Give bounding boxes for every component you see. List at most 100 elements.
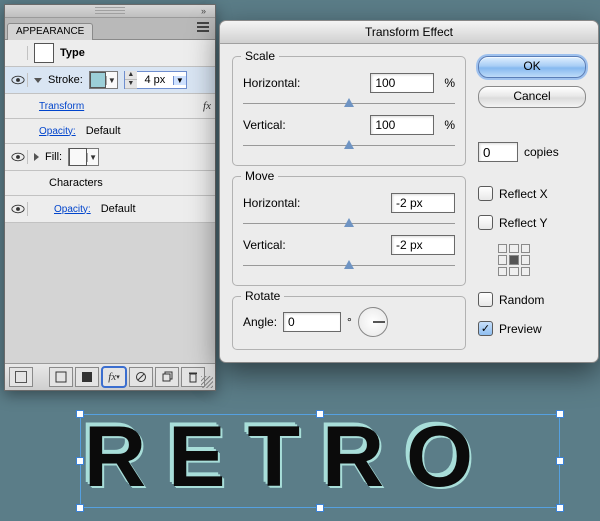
eye-icon[interactable] (9, 150, 28, 164)
tab-appearance[interactable]: APPEARANCE (7, 23, 93, 40)
rotate-dial[interactable] (358, 307, 388, 337)
row-object-opacity[interactable]: Opacity: Default (5, 196, 215, 223)
collapse-icon[interactable]: » (201, 7, 211, 15)
drag-grip-icon (95, 7, 125, 14)
add-stroke-button[interactable] (49, 367, 73, 387)
group-scale: Scale Horizontal: % Vertical: % (232, 56, 466, 166)
move-h-slider[interactable] (243, 219, 455, 229)
fill-color-dropdown[interactable]: ▼ (68, 148, 99, 166)
move-v-input[interactable] (391, 235, 455, 255)
row-stroke-opacity[interactable]: Opacity: Default (5, 119, 215, 144)
scale-h-input[interactable] (370, 73, 434, 93)
row-fill[interactable]: Fill: ▼ (5, 144, 215, 171)
preview-label: Preview (499, 322, 542, 336)
preview-checkbox[interactable]: ✓ (478, 321, 493, 336)
transform-effect-dialog: Transform Effect Scale Horizontal: % Ver… (219, 20, 599, 363)
appearance-panel: » APPEARANCE Type Stroke: ▼ ▲▼ ▼ (4, 4, 216, 391)
stroke-color-dropdown[interactable]: ▼ (89, 71, 118, 89)
group-rotate: Rotate Angle: ° (232, 296, 466, 350)
characters-label: Characters (49, 177, 103, 189)
rotate-input[interactable] (283, 312, 341, 332)
panel-footer: fx▾ (5, 363, 215, 390)
selection-handle[interactable] (76, 504, 84, 512)
move-legend: Move (241, 169, 278, 183)
artwork-selection[interactable]: RETRO (80, 414, 560, 508)
opacity-value: Default (101, 203, 136, 215)
group-move: Move Horizontal: Vertical: (232, 176, 466, 286)
scale-v-unit: % (444, 118, 455, 132)
move-h-input[interactable] (391, 193, 455, 213)
reflect-x-label: Reflect X (499, 187, 548, 201)
add-fill-button[interactable] (75, 367, 99, 387)
stepper-icon[interactable]: ▲▼ (125, 71, 137, 89)
appearance-list: Type Stroke: ▼ ▲▼ ▼ Transform fx Opacity… (5, 40, 215, 363)
row-characters[interactable]: Characters (5, 171, 215, 196)
scale-legend: Scale (241, 49, 279, 63)
eye-icon[interactable] (9, 73, 28, 87)
type-swatch[interactable] (34, 43, 54, 63)
selection-handle[interactable] (76, 457, 84, 465)
none-swatch (69, 148, 87, 166)
random-checkbox[interactable] (478, 292, 493, 307)
disclosure-icon[interactable] (34, 153, 39, 161)
copies-input[interactable] (478, 142, 518, 162)
dialog-title: Transform Effect (365, 25, 453, 39)
opacity-link[interactable]: Opacity: (54, 204, 91, 215)
duplicate-item-button[interactable] (155, 367, 179, 387)
stroke-label: Stroke: (48, 74, 83, 86)
row-stroke[interactable]: Stroke: ▼ ▲▼ ▼ (5, 67, 215, 94)
scale-v-label: Vertical: (243, 118, 313, 132)
opacity-value: Default (86, 125, 121, 137)
move-h-label: Horizontal: (243, 196, 313, 210)
copies-label: copies (524, 145, 559, 159)
retro-text[interactable]: RETRO (84, 408, 495, 507)
clear-appearance-button[interactable] (129, 367, 153, 387)
move-v-label: Vertical: (243, 238, 313, 252)
reflect-y-label: Reflect Y (499, 216, 547, 230)
scale-v-input[interactable] (370, 115, 434, 135)
selection-handle[interactable] (76, 410, 84, 418)
stroke-color-swatch (90, 72, 106, 88)
row-type[interactable]: Type (5, 40, 215, 67)
fx-icon: fx (203, 100, 211, 112)
dropdown-arrow-icon[interactable]: ▼ (173, 76, 186, 85)
fill-label: Fill: (45, 151, 62, 163)
type-label: Type (60, 47, 85, 59)
add-effect-button[interactable]: fx▾ (101, 366, 127, 388)
none-swatch-icon (15, 371, 27, 383)
panel-menu-icon[interactable] (197, 21, 211, 33)
rotate-legend: Rotate (241, 289, 284, 303)
row-stroke-effect[interactable]: Transform fx (5, 94, 215, 119)
scale-h-label: Horizontal: (243, 76, 313, 90)
panel-tab-strip: APPEARANCE (5, 18, 215, 40)
stroke-width-input[interactable]: ▲▼ ▼ (124, 71, 187, 89)
opacity-link[interactable]: Opacity: (39, 126, 76, 137)
dropdown-arrow-icon: ▼ (106, 76, 117, 85)
eye-icon[interactable] (9, 202, 28, 216)
dialog-titlebar[interactable]: Transform Effect (220, 21, 598, 44)
visibility-spacer (9, 46, 28, 60)
reference-point-grid[interactable] (498, 244, 530, 276)
stroke-width-field[interactable] (137, 73, 173, 87)
selection-handle[interactable] (556, 457, 564, 465)
cancel-button[interactable]: Cancel (478, 86, 586, 108)
panel-empty-area (5, 223, 215, 363)
random-label: Random (499, 293, 544, 307)
transform-effect-link[interactable]: Transform (39, 101, 84, 112)
move-v-slider[interactable] (243, 261, 455, 271)
scale-v-slider[interactable] (243, 141, 455, 151)
reflect-y-checkbox[interactable] (478, 215, 493, 230)
ok-button[interactable]: OK (478, 56, 586, 78)
panel-titlebar[interactable]: » (5, 5, 215, 18)
resize-grip-icon[interactable] (201, 376, 213, 388)
rotate-unit: ° (347, 315, 352, 329)
dropdown-arrow-icon: ▼ (87, 153, 98, 162)
scale-h-unit: % (444, 76, 455, 90)
selection-handle[interactable] (556, 410, 564, 418)
disclosure-icon[interactable] (34, 78, 42, 83)
reflect-x-checkbox[interactable] (478, 186, 493, 201)
new-art-basic-button[interactable] (9, 367, 33, 387)
selection-handle[interactable] (556, 504, 564, 512)
rotate-label: Angle: (243, 315, 277, 329)
scale-h-slider[interactable] (243, 99, 455, 109)
